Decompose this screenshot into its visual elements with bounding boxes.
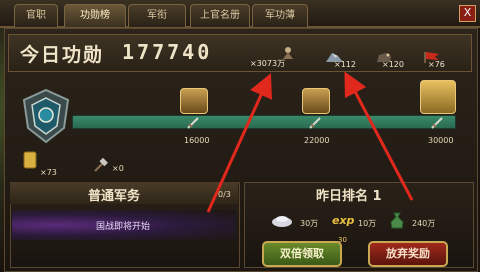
token-icon [23,151,37,169]
money-reward: 240万 [412,219,436,228]
milestone-value: 30000 [428,136,454,145]
chest-icon-tier1[interactable] [180,88,208,114]
silver-reward: 30万 [300,219,319,228]
exp-reward: 10万 [358,219,377,228]
exp-icon: exp [332,214,355,227]
tab-officer-roster[interactable]: 上官名册 [190,4,250,27]
tab-official-rank[interactable]: 官职 [14,4,58,27]
tab-military-rank[interactable]: 军衔 [128,4,186,27]
money-bag-icon [390,212,404,229]
military-affairs-title: 普通军务 [88,189,141,204]
rank-emblem-icon [22,88,70,144]
soldier-count: ×3073万 [250,59,286,68]
sword-icon [431,117,443,129]
token-count: ×73 [40,168,57,177]
abandon-reward-button[interactable]: 放弃奖励 [368,241,448,267]
chest-icon-tier3[interactable] [420,80,456,114]
flag-count: ×76 [428,60,445,69]
close-button[interactable]: X [459,5,476,22]
double-claim-button[interactable]: 双倍领取 [262,241,342,267]
war-notice-text: 国战即将开始 [96,222,151,232]
silver-icon [272,216,292,227]
hammer-count: ×0 [112,164,124,173]
tab-merit-board[interactable]: 功勋榜 [64,4,126,27]
ore-count: ×112 [334,60,356,69]
horse-count: ×120 [382,60,404,69]
tab-merit-book[interactable]: 军功薄 [252,4,308,27]
today-merit-title: 今日功勋 [20,44,105,66]
milestone-value: 22000 [304,136,330,145]
sword-icon [187,117,199,129]
tab-bar: 官职 功勋榜 军衔 上官名册 军功薄 X [0,0,480,28]
hammer-icon [94,158,108,172]
military-count: 0/3 [218,190,231,199]
chest-icon-tier2[interactable] [302,88,330,114]
rank-title: 昨日排名 1 [316,189,382,204]
milestone-value: 16000 [184,136,210,145]
sword-icon [309,117,321,129]
merit-progress-track [72,115,456,129]
merit-score: 177740 [122,40,213,64]
